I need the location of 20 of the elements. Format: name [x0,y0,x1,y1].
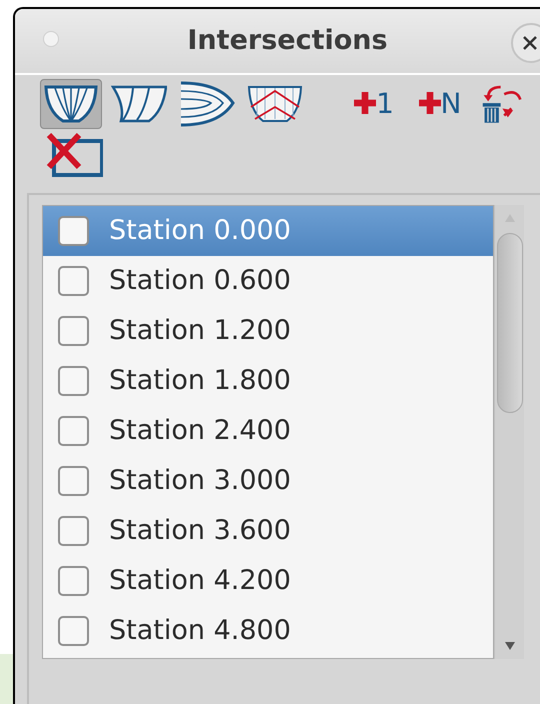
station-label: Station 0.600 [109,264,291,298]
list-item[interactable]: Station 3.000 [43,456,493,506]
station-label: Station 3.600 [109,514,291,548]
list-item[interactable]: Station 1.200 [43,306,493,356]
list-item[interactable]: Station 4.200 [43,556,493,606]
list-item[interactable]: Station 1.800 [43,356,493,406]
station-label: Station 1.800 [109,364,291,398]
list-item[interactable]: Station 0.600 [43,256,493,306]
window-title: Intersections [186,24,388,58]
list-item[interactable]: Station 4.800 [43,606,493,656]
list-item[interactable]: Station 2.400 [43,406,493,456]
station-label: Station 0.000 [109,214,291,248]
station-label: Station 3.000 [109,464,291,498]
list-item[interactable]: Station 3.600 [43,506,493,556]
toolbar-button[interactable]: N [410,79,470,129]
station-label: Station 1.200 [109,314,291,348]
toolbar-button[interactable]: 1 [344,79,404,129]
station-label: Station 4.200 [109,564,291,598]
station-label: Station 4.800 [109,614,291,648]
station-label: Station 2.400 [109,414,291,448]
